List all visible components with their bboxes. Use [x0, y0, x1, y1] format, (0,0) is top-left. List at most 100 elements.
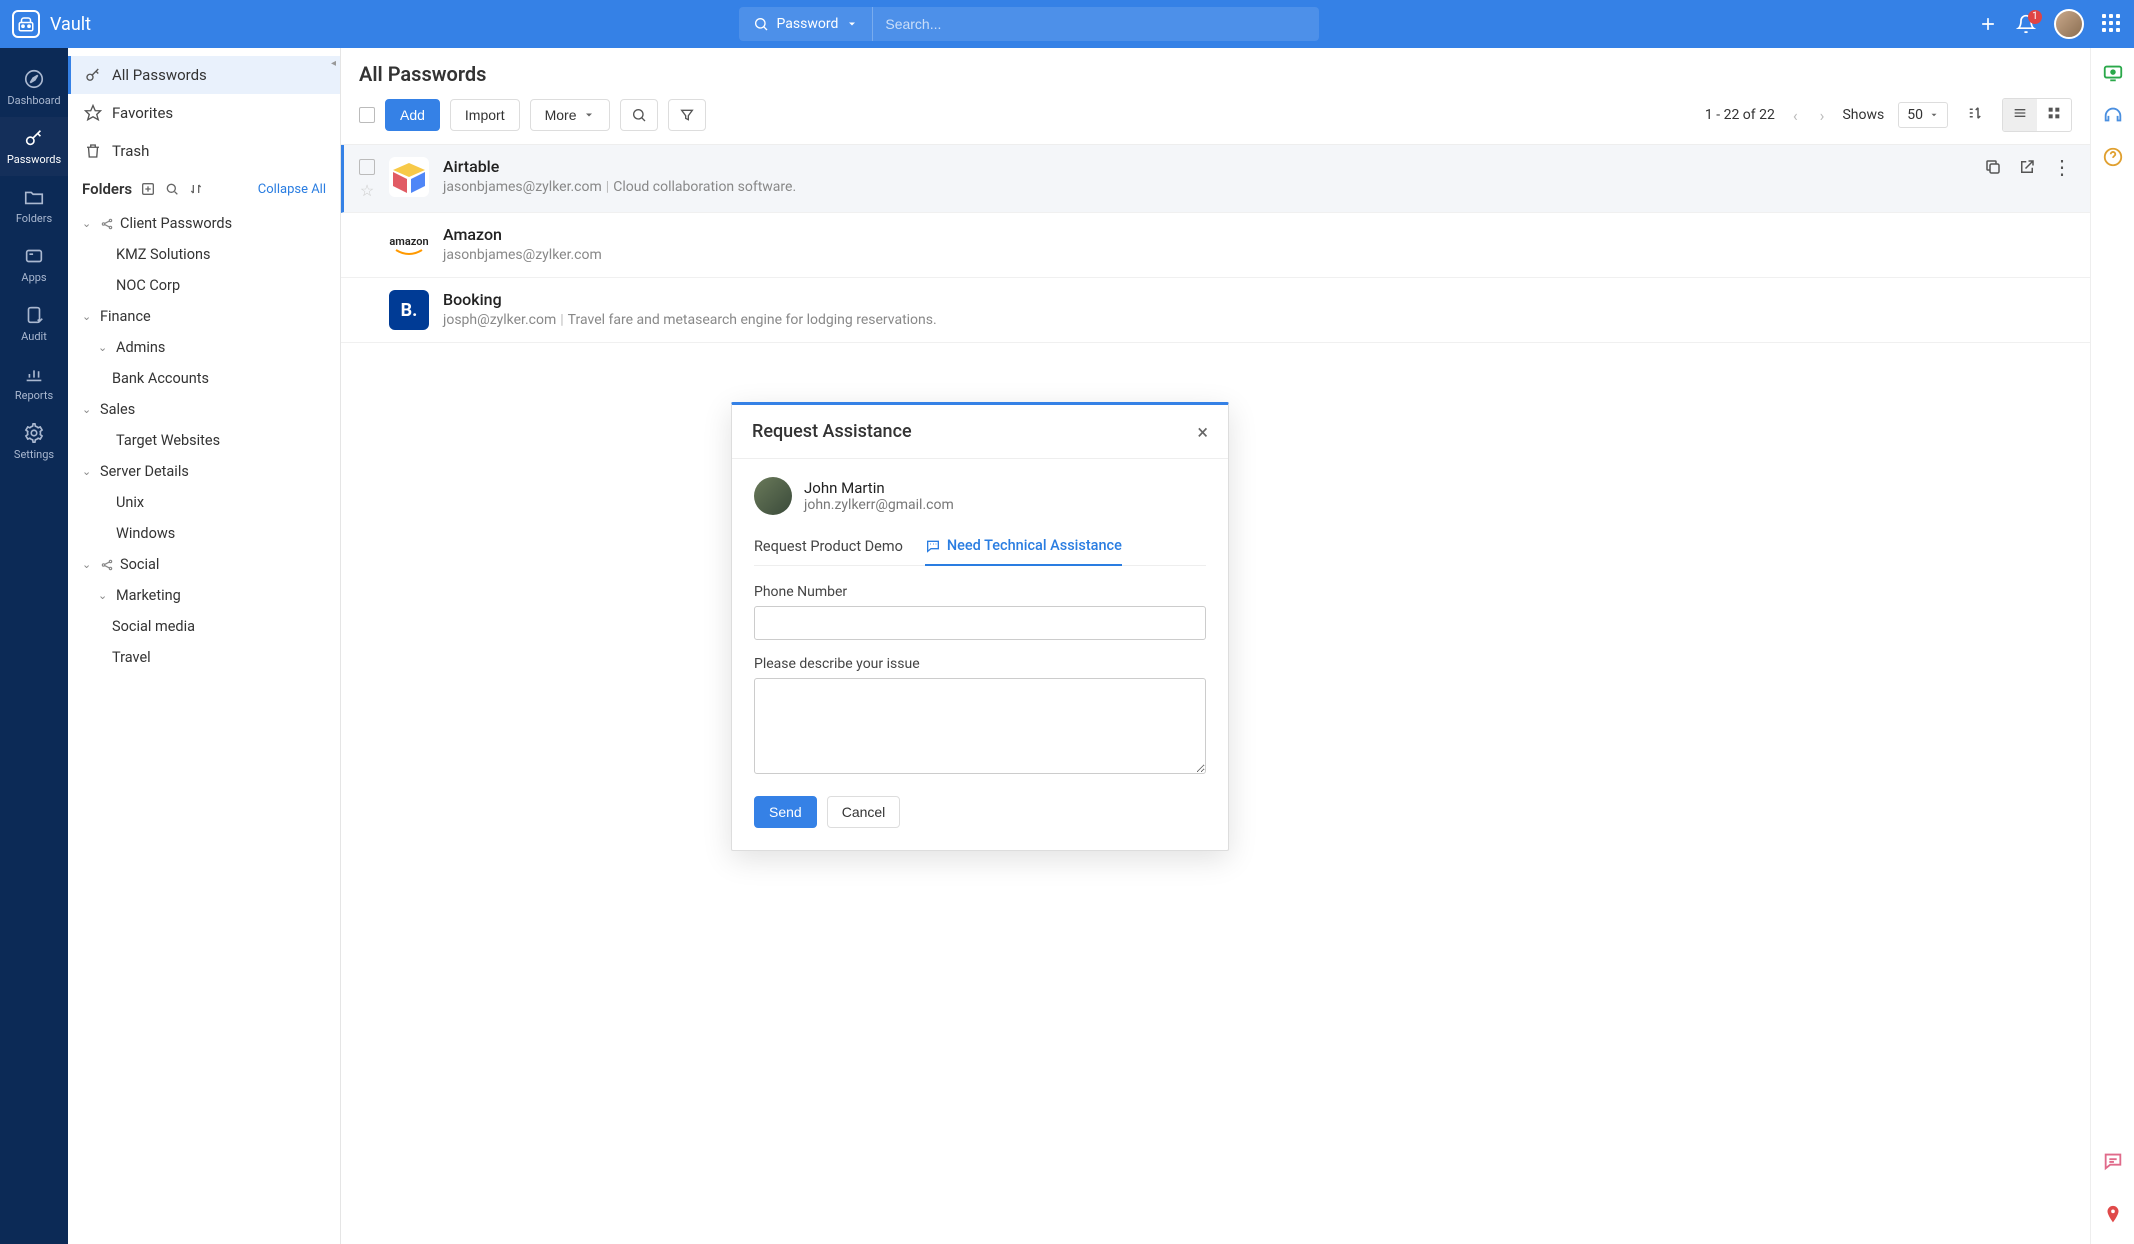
sort-az-icon — [1966, 104, 1984, 122]
view-toggle — [2002, 98, 2072, 132]
sidebar: ◂ All Passwords Favorites Trash Folders — [68, 48, 341, 1244]
folder-travel[interactable]: Travel — [68, 642, 340, 673]
grid-icon — [2046, 105, 2062, 121]
rail-reports[interactable]: Reports — [0, 353, 68, 412]
folder-admins[interactable]: ⌄Admins — [68, 332, 340, 363]
sidebar-favorites[interactable]: Favorites — [68, 94, 340, 132]
tab-technical-assistance[interactable]: Need Technical Assistance — [925, 531, 1122, 566]
prev-page[interactable]: ‹ — [1789, 106, 1802, 125]
more-button[interactable]: More — [530, 99, 610, 131]
copy-icon[interactable] — [1984, 158, 2002, 176]
star-icon — [84, 104, 102, 122]
add-icon[interactable] — [1978, 14, 1998, 34]
shared-icon — [100, 217, 114, 231]
list-item[interactable]: B. Booking josph@zylker.com|Travel fare … — [341, 278, 2090, 343]
help-icon[interactable] — [2102, 146, 2124, 168]
row-checkbox[interactable] — [359, 159, 375, 175]
sidebar-collapse-handle[interactable]: ◂ — [331, 58, 341, 74]
issue-label: Please describe your issue — [754, 656, 1206, 672]
right-rail — [2090, 48, 2134, 1244]
user-avatar — [754, 477, 792, 515]
folder-kmz[interactable]: KMZ Solutions — [68, 239, 340, 270]
list-item[interactable]: amazon Amazon jasonbjames@zylker.com — [341, 213, 2090, 278]
search-list-button[interactable] — [620, 99, 658, 131]
next-page[interactable]: › — [1816, 106, 1829, 125]
gear-icon — [23, 422, 45, 444]
left-rail: Dashboard Passwords Folders Apps Audit R… — [0, 48, 68, 1244]
search-input[interactable] — [873, 16, 1318, 32]
chart-icon — [23, 363, 45, 385]
apps-grid-icon[interactable] — [2102, 14, 2122, 34]
row-user: jasonbjames@zylker.com — [443, 247, 602, 263]
select-all-checkbox[interactable] — [359, 107, 375, 123]
folder-noc[interactable]: NOC Corp — [68, 270, 340, 301]
folder-server[interactable]: ⌄Server Details — [68, 456, 340, 487]
rail-folders[interactable]: Folders — [0, 176, 68, 235]
close-icon[interactable]: × — [1197, 422, 1208, 442]
folder-client-passwords[interactable]: ⌄Client Passwords — [68, 208, 340, 239]
rail-passwords[interactable]: Passwords — [0, 117, 68, 176]
rail-audit[interactable]: Audit — [0, 294, 68, 353]
headset-icon[interactable] — [2102, 104, 2124, 126]
folder-social[interactable]: ⌄Social — [68, 549, 340, 580]
issue-textarea[interactable] — [754, 678, 1206, 774]
row-title: Booking — [443, 290, 2072, 309]
modal-title: Request Assistance — [752, 421, 912, 442]
folder-sales[interactable]: ⌄Sales — [68, 394, 340, 425]
folder-unix[interactable]: Unix — [68, 487, 340, 518]
request-assistance-modal: Request Assistance × John Martin john.zy… — [731, 402, 1229, 851]
chat-icon[interactable] — [2102, 1150, 2124, 1172]
main-panel: All Passwords Add Import More 1 - 22 of … — [341, 48, 2090, 1244]
search-icon — [753, 16, 769, 32]
sort-button[interactable] — [1962, 100, 1988, 130]
sort-folder-icon[interactable] — [188, 181, 204, 197]
chevron-down-icon — [846, 18, 858, 30]
tab-request-demo[interactable]: Request Product Demo — [754, 531, 903, 565]
topbar: Vault Password 1 — [0, 0, 2134, 48]
folder-social-media[interactable]: Social media — [68, 611, 340, 642]
list-item[interactable]: ☆ Airtable jasonbjames@zylker.com|Cloud … — [341, 145, 2090, 213]
favorite-star[interactable]: ☆ — [360, 181, 374, 200]
collapse-all-link[interactable]: Collapse All — [258, 182, 326, 197]
folder-finance[interactable]: ⌄Finance — [68, 301, 340, 332]
location-icon[interactable] — [2102, 1204, 2124, 1226]
phone-input[interactable] — [754, 606, 1206, 640]
page-size-select[interactable]: 50 — [1898, 102, 1948, 128]
chevron-down-icon — [1929, 110, 1939, 120]
row-menu[interactable]: ⋮ — [2052, 157, 2072, 177]
add-folder-icon[interactable] — [140, 181, 156, 197]
search-icon — [631, 107, 647, 123]
sidebar-all-passwords[interactable]: All Passwords — [68, 56, 340, 94]
rail-settings[interactable]: Settings — [0, 412, 68, 471]
list-view-button[interactable] — [2003, 99, 2037, 131]
chat-icon — [925, 538, 941, 554]
screen-share-icon[interactable] — [2102, 62, 2124, 84]
folder-windows[interactable]: Windows — [68, 518, 340, 549]
search-folder-icon[interactable] — [164, 181, 180, 197]
open-link-icon[interactable] — [2018, 158, 2036, 176]
rail-apps[interactable]: Apps — [0, 235, 68, 294]
rail-dashboard[interactable]: Dashboard — [0, 58, 68, 117]
add-button[interactable]: Add — [385, 99, 440, 131]
folder-tree: ⌄Client Passwords KMZ Solutions NOC Corp… — [68, 204, 340, 693]
notification-badge: 1 — [2028, 10, 2042, 24]
row-user: jasonbjames@zylker.com — [443, 179, 602, 195]
search-scope-dropdown[interactable]: Password — [739, 7, 874, 41]
folder-marketing[interactable]: ⌄Marketing — [68, 580, 340, 611]
import-button[interactable]: Import — [450, 99, 520, 131]
app-title: Vault — [50, 14, 91, 35]
trash-icon — [84, 142, 102, 160]
filter-button[interactable] — [668, 99, 706, 131]
folder-target[interactable]: Target Websites — [68, 425, 340, 456]
search-bar: Password — [739, 7, 1319, 41]
notifications-icon[interactable]: 1 — [2016, 14, 2036, 34]
clipboard-icon — [23, 304, 45, 326]
cancel-button[interactable]: Cancel — [827, 796, 901, 828]
avatar[interactable] — [2054, 9, 2084, 39]
user-email: john.zylkerr@gmail.com — [804, 497, 954, 513]
sidebar-trash[interactable]: Trash — [68, 132, 340, 170]
grid-view-button[interactable] — [2037, 99, 2071, 131]
folder-bank[interactable]: Bank Accounts — [68, 363, 340, 394]
send-button[interactable]: Send — [754, 796, 817, 828]
app-logo — [12, 10, 40, 38]
